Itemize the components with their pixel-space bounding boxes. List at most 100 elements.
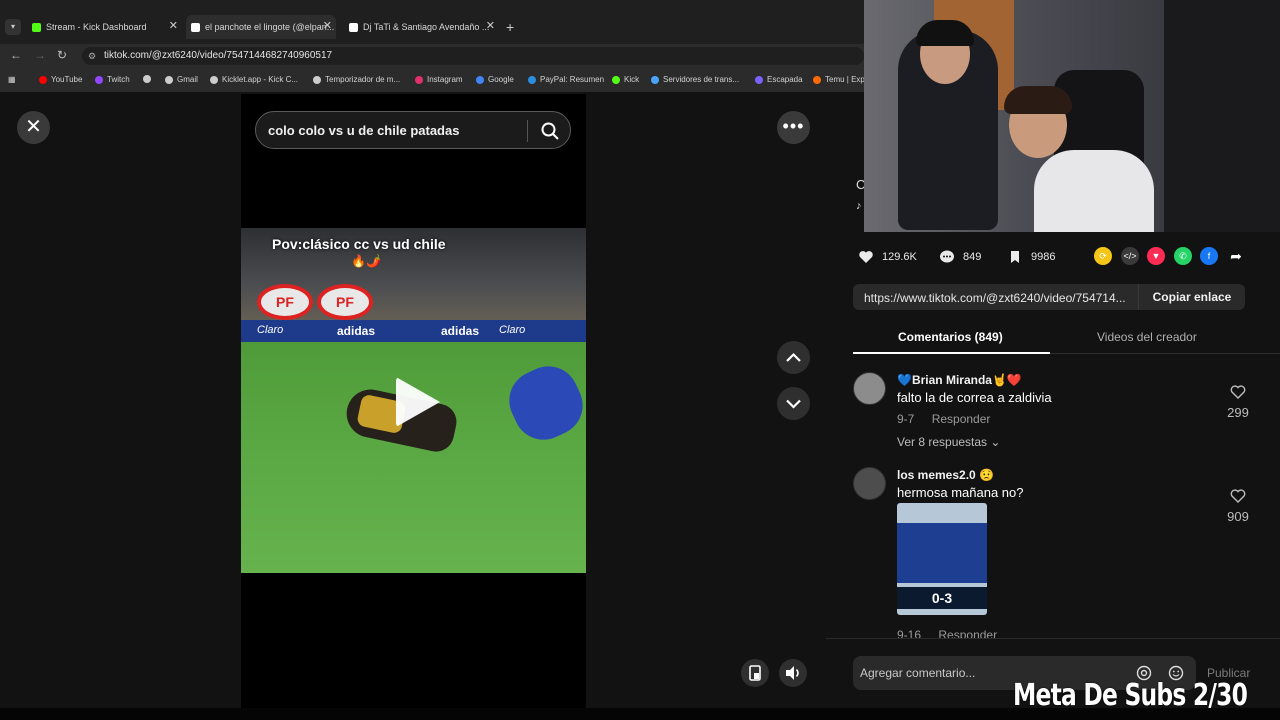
next-video-button[interactable] <box>777 387 810 420</box>
close-viewer-button[interactable]: ✕ <box>17 111 50 144</box>
tab-search-icon[interactable]: ▾ <box>5 19 21 35</box>
comment-tabs: Comentarios (849) Videos del creador <box>853 322 1280 354</box>
reload-icon[interactable]: ↻ <box>57 48 67 62</box>
paypal-icon <box>528 75 536 84</box>
previous-video-button[interactable] <box>777 341 810 374</box>
cloud-icon <box>651 75 659 84</box>
bookmarks-bar: ▦ YouTube Twitch Gmail Kicklet.app - Kic… <box>0 68 865 92</box>
comment-meta: 9-16 Responder <box>897 628 997 638</box>
chevron-up-icon <box>786 352 801 362</box>
forward-icon[interactable]: → <box>34 48 46 62</box>
fire-chili-emoji: 🔥🌶️ <box>351 254 381 268</box>
repost-icon[interactable]: ⟳ <box>1094 247 1112 265</box>
bookmark-escapada[interactable]: Escapada <box>755 75 803 84</box>
reply-button[interactable]: Responder <box>932 412 991 426</box>
comment-like-button[interactable]: 299 <box>1223 384 1253 420</box>
comment-item: 💙Brian Miranda🤘❤️ falto la de correa a z… <box>853 372 1253 452</box>
sponsor-pf-logo: PF <box>317 284 373 320</box>
tab-tiktok-active[interactable]: el panchote el lingote (@elpan... ✕ <box>186 15 336 39</box>
globe-icon <box>143 75 151 83</box>
sponsor-adidas: adidas <box>337 324 376 338</box>
bookmark-google[interactable]: Google <box>476 75 514 84</box>
picture-in-picture-button[interactable] <box>741 659 769 687</box>
bookmark-instagram[interactable]: Instagram <box>415 75 463 84</box>
twitch-icon <box>95 75 103 84</box>
kick-icon <box>32 22 41 32</box>
bookmark-label: Temporizador de m... <box>325 75 401 84</box>
kicklet-icon <box>210 75 218 84</box>
advertising-boards <box>241 320 586 342</box>
bookmark-globe[interactable] <box>143 75 151 83</box>
globe-icon <box>165 75 173 84</box>
comment-item: los memes2.0 😟 hermosa mañana no? 0-3 9-… <box>853 467 1253 638</box>
tiktok-icon <box>349 22 358 32</box>
more-options-button[interactable]: ••• <box>777 111 810 144</box>
share-arrow-icon[interactable]: ➦ <box>1227 247 1245 265</box>
tab-creator-videos[interactable]: Videos del creador <box>1097 330 1197 344</box>
avatar[interactable] <box>853 467 886 500</box>
comment-image[interactable]: 0-3 <box>897 503 987 615</box>
comment-action[interactable]: 849 <box>939 249 981 265</box>
video-caption-overlay: Pov:clásico cc vs ud chile <box>272 236 446 252</box>
comment-author[interactable]: los memes2.0 😟 <box>897 468 994 482</box>
play-icon[interactable] <box>396 377 440 427</box>
bookmark-twitch[interactable]: Twitch <box>95 75 130 84</box>
tab-comments[interactable]: Comentarios (849) <box>898 330 1003 344</box>
whatsapp-icon[interactable]: ✆ <box>1174 247 1192 265</box>
tab-tiktok-2[interactable]: Dj TaTi & Santiago Avendaño ... ✕ <box>349 15 495 39</box>
youtube-icon <box>39 75 47 84</box>
view-replies-button[interactable]: Ver 8 respuestas ⌄ <box>897 435 1000 449</box>
sponsor-pf-text: PF <box>336 294 354 310</box>
close-tab-icon[interactable]: ✕ <box>323 19 332 32</box>
embed-icon[interactable]: </> <box>1121 247 1139 265</box>
bookmark-temu[interactable]: Temu | Exp <box>813 75 865 84</box>
new-tab-button[interactable]: + <box>506 19 514 35</box>
search-box[interactable]: colo colo vs u de chile patadas <box>255 111 571 149</box>
heart-outline-icon <box>1230 385 1246 399</box>
close-tab-icon[interactable]: ✕ <box>486 19 495 32</box>
close-tab-icon[interactable]: ✕ <box>169 19 178 32</box>
site-info-icon[interactable]: ⚙ <box>88 47 96 65</box>
bookmark-kicklet[interactable]: Kicklet.app - Kick C... <box>210 75 298 84</box>
streamer <box>1034 150 1154 232</box>
video-actions: 129.6K 849 9986 ⟳ </> ▼ ✆ f ➦ <box>853 245 1253 269</box>
chevron-down-icon <box>786 399 801 409</box>
copy-link-button[interactable]: Copiar enlace <box>1138 284 1245 310</box>
comment-icon <box>940 250 954 263</box>
bookmark-label: Temu | Exp <box>825 75 865 84</box>
bookmark-youtube[interactable]: YouTube <box>39 75 82 84</box>
bookmark-label: Kicklet.app - Kick C... <box>222 75 299 84</box>
comment-author[interactable]: 💙Brian Miranda🤘❤️ <box>897 373 1022 387</box>
bookmark-paypal[interactable]: PayPal: Resumen <box>528 75 604 84</box>
like-action[interactable]: 129.6K <box>858 249 917 265</box>
comment-like-button[interactable]: 909 <box>1223 488 1253 524</box>
search-icon[interactable] <box>540 121 560 141</box>
video-frame[interactable]: PF PF Claro adidas adidas Claro Pov:clás… <box>241 228 586 573</box>
facebook-icon[interactable]: f <box>1200 247 1218 265</box>
share-link-box: https://www.tiktok.com/@zxt6240/video/75… <box>853 284 1245 310</box>
volume-button[interactable] <box>779 659 807 687</box>
screen: ▾ Stream - Kick Dashboard ✕ el panchote … <box>0 0 1280 720</box>
comment-text: hermosa mañana no? <box>897 485 1024 500</box>
bookmark-timer[interactable]: Temporizador de m... <box>313 75 400 84</box>
url-field[interactable]: ⚙ tiktok.com/@zxt6240/video/754714468274… <box>82 47 864 65</box>
temu-icon <box>813 75 821 84</box>
instagram-icon <box>415 75 423 84</box>
back-icon[interactable]: ← <box>10 48 22 62</box>
comment-text: falto la de correa a zaldivia <box>897 390 1052 405</box>
avatar[interactable] <box>853 372 886 405</box>
search-input[interactable]: colo colo vs u de chile patadas <box>268 123 459 138</box>
tab-kick-dashboard[interactable]: Stream - Kick Dashboard ✕ <box>32 15 178 39</box>
video-link-text[interactable]: https://www.tiktok.com/@zxt6240/video/75… <box>864 291 1134 305</box>
sponsor-claro: Claro <box>257 324 284 336</box>
save-action[interactable]: 9986 <box>1007 249 1055 265</box>
send-icon[interactable]: ▼ <box>1147 247 1165 265</box>
bookmark-kick[interactable]: Kick <box>612 75 639 84</box>
bookmark-gmail[interactable]: Gmail <box>165 75 198 84</box>
bookmark-label: Google <box>488 75 514 84</box>
heart-icon <box>859 251 873 263</box>
reply-button[interactable]: Responder <box>938 628 997 638</box>
bookmark-servidores[interactable]: Servidores de trans... <box>651 75 739 84</box>
tab-label: Dj TaTi & Santiago Avendaño ... <box>363 22 490 32</box>
apps-icon[interactable]: ▦ <box>8 75 16 84</box>
